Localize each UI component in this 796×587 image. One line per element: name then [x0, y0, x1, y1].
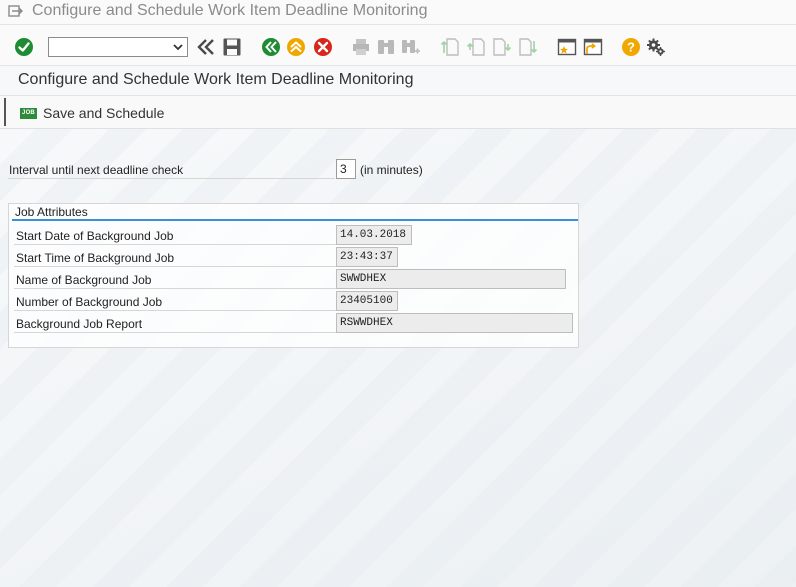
row-underline: [14, 288, 336, 289]
exit-icon[interactable]: [286, 37, 306, 57]
interval-label: Interval until next deadline check: [9, 163, 184, 177]
back-icon[interactable]: [261, 37, 281, 57]
row-underline: [14, 244, 336, 245]
menu-icon[interactable]: [8, 4, 24, 18]
create-session-icon[interactable]: [557, 37, 577, 57]
save-and-schedule-button[interactable]: JOB Save and Schedule: [20, 104, 164, 122]
job-report-label: Background Job Report: [16, 317, 143, 331]
start-date-label: Start Date of Background Job: [16, 229, 174, 243]
background-pattern: [0, 128, 796, 587]
start-date-field[interactable]: 14.03.2018: [336, 225, 412, 245]
system-toolbar: ?: [0, 25, 796, 66]
back-double-chevron-icon[interactable]: [196, 37, 216, 57]
next-page-icon: [493, 38, 512, 56]
enter-icon[interactable]: [14, 37, 34, 57]
interval-input[interactable]: 3: [336, 159, 356, 179]
job-attributes-title: Job Attributes: [15, 205, 88, 219]
page-header: Configure and Schedule Work Item Deadlin…: [0, 66, 796, 96]
first-page-icon: [440, 38, 459, 56]
window-title: Configure and Schedule Work Item Deadlin…: [32, 2, 428, 19]
row-underline: [14, 332, 336, 333]
page-title: Configure and Schedule Work Item Deadlin…: [18, 71, 414, 88]
toolbar-edge: [4, 98, 6, 126]
last-page-icon: [519, 38, 538, 56]
create-shortcut-icon[interactable]: [583, 37, 603, 57]
find-next-icon: [402, 40, 420, 54]
chevron-down-icon[interactable]: [172, 40, 184, 54]
job-number-field[interactable]: 23405100: [336, 291, 398, 311]
interval-label-underline: [8, 178, 335, 179]
row-underline: [14, 310, 336, 311]
save-icon[interactable]: [222, 37, 242, 57]
group-title-rule: [12, 219, 578, 221]
job-report-field[interactable]: RSWWDHEX: [336, 313, 573, 333]
save-and-schedule-label: Save and Schedule: [43, 105, 165, 121]
job-name-label: Name of Background Job: [16, 273, 152, 287]
job-name-field[interactable]: SWWDHEX: [336, 269, 566, 289]
cancel-icon[interactable]: [313, 37, 333, 57]
find-icon: [378, 40, 394, 54]
settings-icon[interactable]: [646, 37, 666, 57]
window-title-bar: Configure and Schedule Work Item Deadlin…: [0, 0, 796, 25]
svg-text:?: ?: [627, 40, 635, 55]
interval-unit: (in minutes): [360, 163, 423, 177]
previous-page-icon: [466, 38, 485, 56]
help-icon[interactable]: ?: [621, 37, 641, 57]
print-icon: [353, 39, 369, 55]
job-number-label: Number of Background Job: [16, 295, 163, 309]
job-icon: JOB: [20, 107, 37, 119]
row-underline: [14, 266, 336, 267]
start-time-label: Start Time of Background Job: [16, 251, 175, 265]
application-toolbar: JOB Save and Schedule: [0, 96, 796, 129]
command-field[interactable]: [48, 37, 188, 57]
start-time-field[interactable]: 23:43:37: [336, 247, 398, 267]
